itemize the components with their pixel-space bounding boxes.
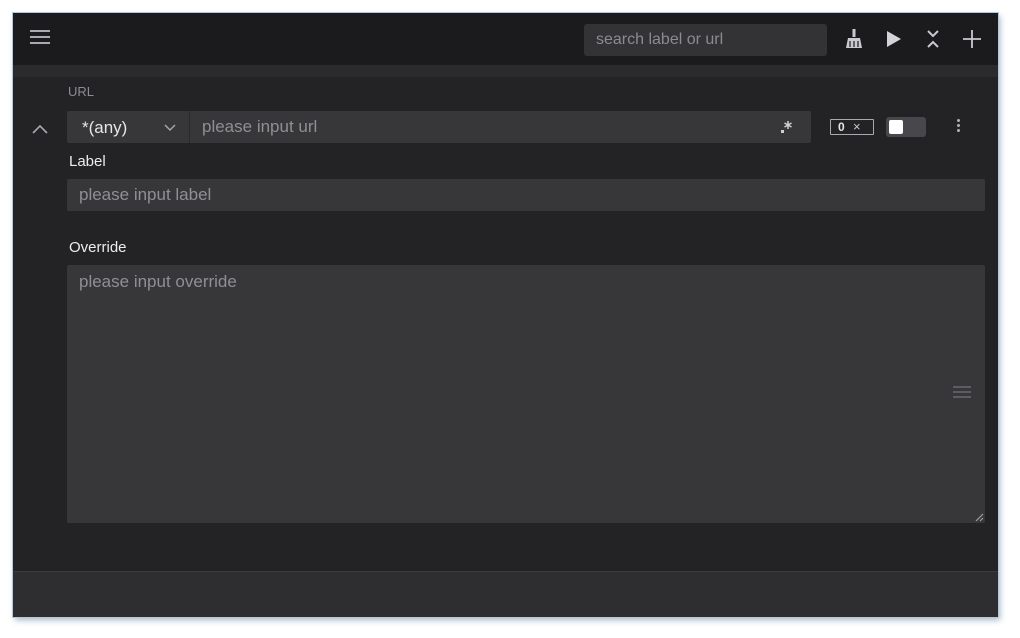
hit-count-badge[interactable]: 0 × [830,119,874,135]
app-window: URL *(any) 0 × Label Override [13,13,998,617]
hit-count: 0 [838,120,845,134]
override-textarea[interactable] [67,265,985,523]
resize-handle-icon[interactable] [974,512,984,522]
url-row: *(any) [67,111,811,143]
more-options-icon[interactable] [951,119,965,135]
toolbar-shadow [13,65,998,77]
collapse-all-icon[interactable] [921,27,945,51]
chevron-down-icon [164,124,176,131]
top-toolbar [13,13,998,65]
toggle-knob [889,120,903,134]
enable-toggle[interactable] [886,117,926,137]
url-input[interactable] [190,111,770,143]
label-heading: Label [69,153,106,170]
regex-icon[interactable] [779,119,795,135]
match-mode-select[interactable]: *(any) [67,111,189,143]
plus-icon[interactable] [960,27,984,51]
chevron-up-icon[interactable] [30,120,50,140]
label-input[interactable] [67,179,985,211]
clear-count-icon: × [853,119,861,134]
broom-icon[interactable] [842,27,866,51]
url-section-label: URL [68,84,95,99]
footer-bar [13,572,998,617]
menu-icon[interactable] [30,30,50,46]
format-lines-icon[interactable] [953,386,971,400]
play-icon[interactable] [881,27,905,51]
override-heading: Override [69,239,127,256]
search-input[interactable] [584,24,827,56]
match-mode-value: *(any) [82,118,128,137]
